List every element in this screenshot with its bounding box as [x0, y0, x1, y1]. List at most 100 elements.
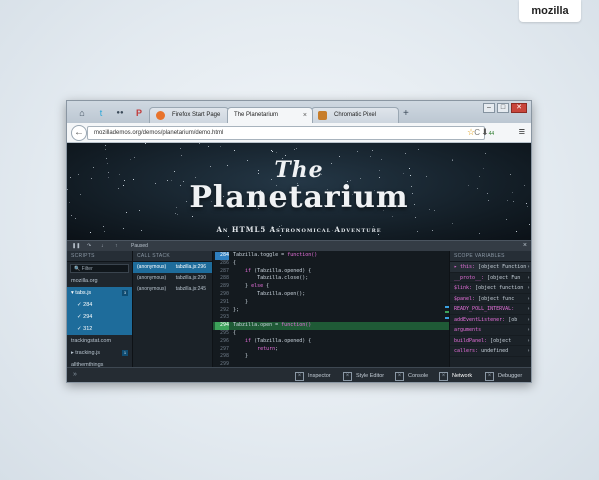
script-list-item[interactable]: ✓ 312: [67, 323, 132, 335]
code-line[interactable]: 288 Tabzilla.close();: [213, 275, 449, 283]
script-list-item[interactable]: ▸ tracking.js 1: [67, 347, 132, 359]
call-stack-frames: (anonymous) tabzilla.js:296 (anonymous) tab…: [133, 262, 212, 295]
tool-tab-inspector[interactable]: × Inspector: [295, 371, 331, 382]
tool-tab-debugger[interactable]: × Debugger: [485, 371, 522, 382]
tool-tab-style-editor[interactable]: × Style Editor: [343, 371, 384, 382]
variable-value: [object: [487, 337, 512, 344]
close-window-button[interactable]: ✕: [511, 103, 527, 113]
back-button[interactable]: ←: [71, 125, 87, 141]
line-number[interactable]: 290: [215, 291, 229, 299]
code-line[interactable]: 289 } else {: [213, 283, 449, 291]
line-number[interactable]: 284: [215, 252, 229, 260]
script-list-item[interactable]: ✓ 294: [67, 311, 132, 323]
code-line[interactable]: 292};: [213, 307, 449, 315]
script-filter-input[interactable]: 🔍 Filter: [70, 264, 129, 273]
tool-tab-console[interactable]: × Console: [395, 371, 428, 382]
chevron-right-icon[interactable]: »: [73, 371, 77, 378]
variable-name: __proto__:: [454, 274, 485, 281]
pinned-tab-twitter-icon[interactable]: t: [94, 107, 108, 119]
script-list-item[interactable]: allthemthings: [67, 359, 132, 367]
scope-variable-row[interactable]: __proto__: [object Fun ›: [450, 273, 531, 283]
pause-icon[interactable]: ❚❚: [72, 241, 80, 251]
expand-arrow-icon[interactable]: ›: [527, 315, 530, 325]
minimize-button[interactable]: –: [483, 103, 495, 113]
line-number[interactable]: 298: [215, 353, 229, 361]
step-out-icon[interactable]: ↑: [115, 241, 118, 251]
code-line[interactable]: 294 Tabzilla.open = function(): [213, 322, 449, 330]
scope-variable-row[interactable]: buildPanel: [object ›: [450, 336, 531, 346]
code-line[interactable]: 286 {: [213, 260, 449, 268]
expand-arrow-icon[interactable]: ›: [527, 283, 530, 293]
expand-arrow-icon[interactable]: ›: [527, 262, 530, 272]
line-number[interactable]: 295: [215, 330, 229, 338]
close-tab-icon[interactable]: ×: [303, 108, 307, 123]
script-label: trackingstat.com: [71, 338, 112, 344]
scope-variable-row[interactable]: callers: undefined ›: [450, 346, 531, 357]
line-number[interactable]: 287: [215, 268, 229, 276]
code-line[interactable]: 297 return;: [213, 346, 449, 354]
menu-button[interactable]: ≡: [519, 127, 525, 138]
line-number[interactable]: 286: [215, 260, 229, 268]
code-line[interactable]: 290 Tabzilla.open();: [213, 291, 449, 299]
tab-chromatic-pixel[interactable]: Chromatic Pixel: [311, 107, 399, 123]
code-line[interactable]: 291 }: [213, 299, 449, 307]
pinned-tab-home-icon[interactable]: ⌂: [75, 107, 89, 119]
script-list: mozilla.org ▾ tabs.js 3 ✓ 284 ✓ 294 ✓ 312 trac…: [67, 275, 132, 367]
code-line[interactable]: 287 if (Tabzilla.opened) {: [213, 268, 449, 276]
tab-the-planetarium[interactable]: The Planetarium ×: [227, 107, 313, 123]
downloads-button[interactable]: ⬇44: [481, 127, 494, 138]
line-number[interactable]: 296: [215, 338, 229, 346]
call-stack-frame[interactable]: (anonymous) tabzilla.js:290: [133, 273, 212, 284]
expand-arrow-icon[interactable]: ›: [527, 346, 530, 356]
code-line[interactable]: 284 Tabzilla.toggle = function(): [213, 252, 449, 260]
frame-function: (anonymous): [137, 275, 167, 281]
step-over-icon[interactable]: ↷: [87, 241, 91, 251]
script-list-item[interactable]: ✓ 284: [67, 299, 132, 311]
scope-variable-row[interactable]: $link: [object function ›: [450, 283, 531, 294]
expand-arrow-icon[interactable]: ›: [527, 273, 530, 283]
scope-variable-row[interactable]: arguments ›: [450, 325, 531, 336]
script-list-item[interactable]: trackingstat.com: [67, 335, 132, 347]
url-bar[interactable]: mozillademos.org/demos/planetarium/demo.…: [87, 126, 485, 140]
call-stack-frame[interactable]: (anonymous) tabzilla.js:245: [133, 284, 212, 295]
variable-value: [object Fun: [484, 274, 521, 281]
expand-arrow-icon[interactable]: ›: [527, 325, 530, 335]
code-line[interactable]: 293: [213, 314, 449, 322]
code-line[interactable]: 295 {: [213, 330, 449, 338]
scope-variable-row[interactable]: addEventListener: [ob ›: [450, 315, 531, 325]
variable-name: callers:: [454, 348, 479, 354]
maximize-button[interactable]: □: [497, 103, 509, 113]
call-stack-frame[interactable]: (anonymous) tabzilla.js:296: [133, 262, 212, 273]
scope-variable-row[interactable]: ▸ this: [object Function ›: [450, 262, 531, 273]
star: [296, 147, 298, 149]
scope-variable-row[interactable]: READY_POLL_INTERVAL: ›: [450, 304, 531, 315]
new-tab-button[interactable]: +: [403, 108, 409, 119]
step-in-icon[interactable]: ↓: [101, 241, 104, 251]
line-number[interactable]: 294: [215, 322, 229, 330]
browser-window: ⌂ t ●● P Firefox Start Page The Planetar…: [66, 100, 532, 383]
bookmark-star-icon[interactable]: ☆: [467, 127, 475, 138]
script-list-item[interactable]: mozilla.org: [67, 275, 132, 287]
close-devtools-icon[interactable]: ×: [523, 241, 527, 251]
line-number[interactable]: 291: [215, 299, 229, 307]
tool-tab-network[interactable]: × Network: [439, 371, 472, 382]
download-count: 44: [488, 131, 495, 137]
code-line[interactable]: 298 }: [213, 353, 449, 361]
pinned-tab-pocket-icon[interactable]: P: [132, 107, 146, 119]
line-number[interactable]: 289: [215, 283, 229, 291]
script-list-item[interactable]: ▾ tabs.js 3: [67, 287, 132, 299]
line-number[interactable]: 293: [215, 314, 229, 322]
pinned-tab-flickr-icon[interactable]: ●●: [113, 107, 127, 119]
line-number[interactable]: 288: [215, 275, 229, 283]
scope-variable-row[interactable]: $panel: [object func ›: [450, 294, 531, 304]
source-editor[interactable]: 284 Tabzilla.toggle = function() 286 {287 i…: [213, 251, 449, 367]
line-number[interactable]: 297: [215, 346, 229, 354]
line-number[interactable]: 292: [215, 307, 229, 315]
expand-arrow-icon[interactable]: ›: [527, 294, 530, 304]
code-text: }: [233, 298, 249, 305]
code-line[interactable]: 296 if (Tabzilla.opened) {: [213, 338, 449, 346]
expand-arrow-icon[interactable]: ›: [527, 336, 530, 346]
tab-firefox-start-page[interactable]: Firefox Start Page: [149, 107, 229, 123]
tool-tab-label: Console: [408, 373, 429, 379]
expand-arrow-icon[interactable]: ›: [527, 304, 530, 314]
